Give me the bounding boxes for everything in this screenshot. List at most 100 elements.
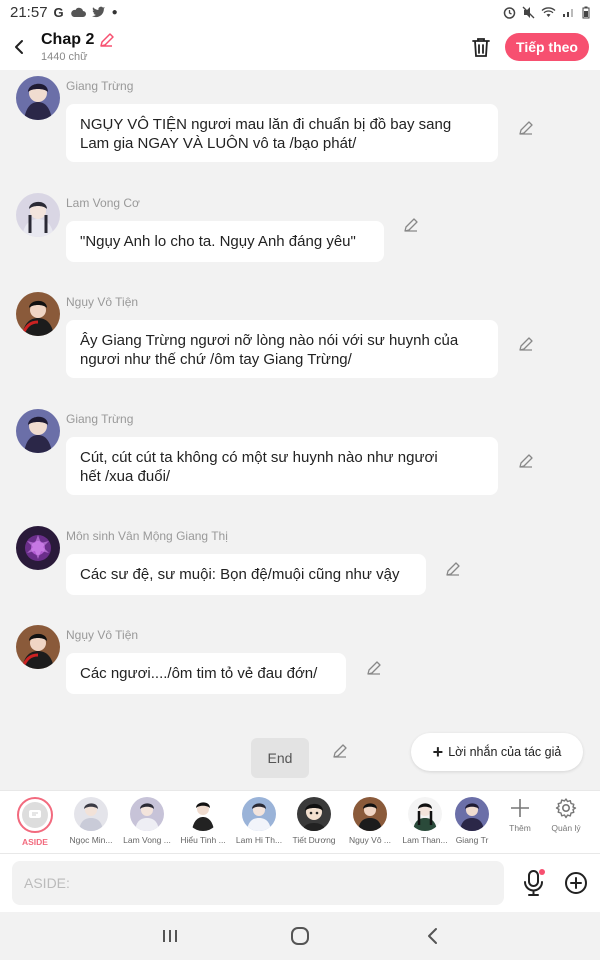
signal-icon: [563, 9, 573, 17]
input-bar: [0, 854, 600, 912]
sender-name: Môn sinh Vân Mộng Giang Thị: [66, 529, 228, 543]
title-block: Chap 2 1440 chữ: [41, 31, 115, 63]
message-input[interactable]: [12, 861, 504, 905]
manage-button[interactable]: Quản lý: [544, 797, 588, 833]
plus-icon: [511, 799, 529, 817]
message-line: "Ngụy Anh lo cho ta. Ngụy Anh đáng yêu": [80, 233, 356, 250]
status-left: 21:57 G ●: [10, 4, 118, 21]
message-line: Lam gia NGAY VÀ LUÔN vô ta /bạo phát/: [80, 135, 357, 152]
plus-circle-icon: [565, 872, 587, 894]
character-name: Hiểu Tinh ...: [180, 835, 226, 845]
message-line: ngươi như thế chứ /ôm tay Giang Trừng/: [80, 351, 352, 368]
character-name: Ngọc Min...: [69, 835, 113, 845]
avatar[interactable]: [16, 292, 60, 336]
chat-area[interactable]: Giang Trừng NGỤY VÔ TIỆN ngươi mau lăn đ…: [0, 70, 600, 790]
add-label: Thêm: [509, 823, 531, 833]
character-avatar: [353, 797, 387, 831]
voice-input-button[interactable]: [521, 868, 547, 898]
delete-button[interactable]: [469, 34, 493, 60]
edit-message-icon[interactable]: [517, 119, 535, 137]
message-bubble[interactable]: Ây Giang Trừng ngươi nỡ lòng nào nói với…: [66, 320, 498, 378]
recent-apps-button[interactable]: [158, 924, 182, 948]
mute-icon: [522, 6, 535, 18]
status-time: 21:57: [10, 3, 48, 21]
message-line: NGỤY VÔ TIỆN ngươi mau lăn đi chuẩn bị đ…: [80, 116, 452, 133]
character-name: Lam Than...: [402, 835, 448, 845]
home-button[interactable]: [288, 924, 312, 948]
message-bubble[interactable]: Các ngươi..../ôm tim tỏ vẻ đau đớn/: [66, 653, 346, 694]
next-chapter-button[interactable]: Tiếp theo: [505, 33, 589, 61]
avatar[interactable]: [16, 409, 60, 453]
character-avatar: [408, 797, 442, 831]
character-name: Ngụy Vô ...: [348, 835, 392, 845]
character-avatar: [74, 797, 108, 831]
home-icon: [291, 927, 309, 945]
recent-apps-icon: [163, 930, 177, 942]
system-nav-bar: [0, 912, 600, 960]
chat-bubble-icon: [29, 810, 41, 818]
character-aside[interactable]: ASIDE: [8, 797, 62, 847]
character-item[interactable]: Ngụy Vô ...: [343, 797, 397, 845]
pencil-icon[interactable]: [98, 32, 115, 49]
avatar[interactable]: [16, 193, 60, 237]
character-item[interactable]: Lam Hi Th...: [232, 797, 286, 845]
status-right: [503, 6, 590, 19]
message-line: Các sư đệ, sư muội: Bọn đệ/muội cũng như…: [80, 566, 400, 583]
aside-inner: [22, 802, 48, 828]
avatar[interactable]: [16, 625, 60, 669]
attach-button[interactable]: [563, 870, 589, 896]
message-bubble[interactable]: Cút, cút cút ta không có một sư huynh nà…: [66, 437, 498, 495]
sender-name: Giang Trừng: [66, 79, 134, 93]
word-count: 1440 chữ: [41, 51, 88, 63]
plus-icon: +: [432, 742, 444, 762]
character-item[interactable]: Lam Than...: [398, 797, 452, 845]
message-bubble[interactable]: "Ngụy Anh lo cho ta. Ngụy Anh đáng yêu": [66, 221, 384, 262]
sender-name: Lam Vong Cơ: [66, 196, 140, 210]
avatar[interactable]: [16, 526, 60, 570]
back-button[interactable]: [2, 24, 36, 70]
message-line: Các ngươi..../ôm tim tỏ vẻ đau đớn/: [80, 665, 318, 682]
message-line: Ây Giang Trừng ngươi nỡ lòng nào nói với…: [80, 332, 459, 349]
character-name: Tiết Dương: [292, 835, 336, 845]
system-back-button[interactable]: [420, 924, 444, 948]
chapter-title: Chap 2: [41, 31, 95, 48]
character-item[interactable]: Lam Vong ...: [120, 797, 174, 845]
character-bar: ASIDE Ngọc Min... Lam Vong ... Hiểu Tinh…: [0, 790, 600, 854]
edit-message-icon[interactable]: [517, 335, 535, 353]
character-name: Giang Tr: [455, 835, 489, 845]
character-item[interactable]: Giang Tr: [450, 797, 494, 845]
trash-icon: [472, 38, 490, 57]
aside-avatar: [17, 797, 53, 833]
edit-end-icon[interactable]: [331, 742, 349, 760]
character-name: ASIDE: [22, 837, 48, 847]
battery-icon: [582, 6, 590, 18]
status-bar: 21:57 G ●: [0, 0, 600, 24]
google-icon: G: [53, 4, 64, 20]
wifi-icon: [541, 7, 556, 17]
character-item[interactable]: Ngọc Min...: [64, 797, 118, 845]
manage-label: Quản lý: [551, 823, 581, 833]
character-name: Lam Vong ...: [123, 835, 171, 845]
microphone-icon: [524, 869, 545, 896]
dot-icon: ●: [111, 6, 118, 18]
end-button[interactable]: End: [251, 738, 309, 778]
message-bubble[interactable]: NGỤY VÔ TIỆN ngươi mau lăn đi chuẩn bị đ…: [66, 104, 498, 162]
author-note-label: Lời nhắn của tác giả: [448, 745, 562, 759]
edit-message-icon[interactable]: [402, 216, 420, 234]
twitter-icon: [91, 6, 105, 18]
edit-message-icon[interactable]: [365, 659, 383, 677]
edit-message-icon[interactable]: [444, 560, 462, 578]
author-note-button[interactable]: + Lời nhắn của tác giả: [411, 733, 583, 771]
character-item[interactable]: Hiểu Tinh ...: [176, 797, 230, 845]
gear-icon: [555, 798, 577, 819]
chevron-left-icon: [15, 40, 23, 54]
character-item[interactable]: Tiết Dương: [287, 797, 341, 845]
top-header: Chap 2 1440 chữ Tiếp theo: [0, 24, 600, 70]
back-arrow-icon: [428, 928, 437, 944]
sender-name: Ngụy Vô Tiện: [66, 295, 139, 309]
avatar[interactable]: [16, 76, 60, 120]
add-character-button[interactable]: Thêm: [498, 797, 542, 833]
message-bubble[interactable]: Các sư đệ, sư muội: Bọn đệ/muội cũng như…: [66, 554, 426, 595]
character-name: Lam Hi Th...: [235, 835, 283, 845]
edit-message-icon[interactable]: [517, 452, 535, 470]
